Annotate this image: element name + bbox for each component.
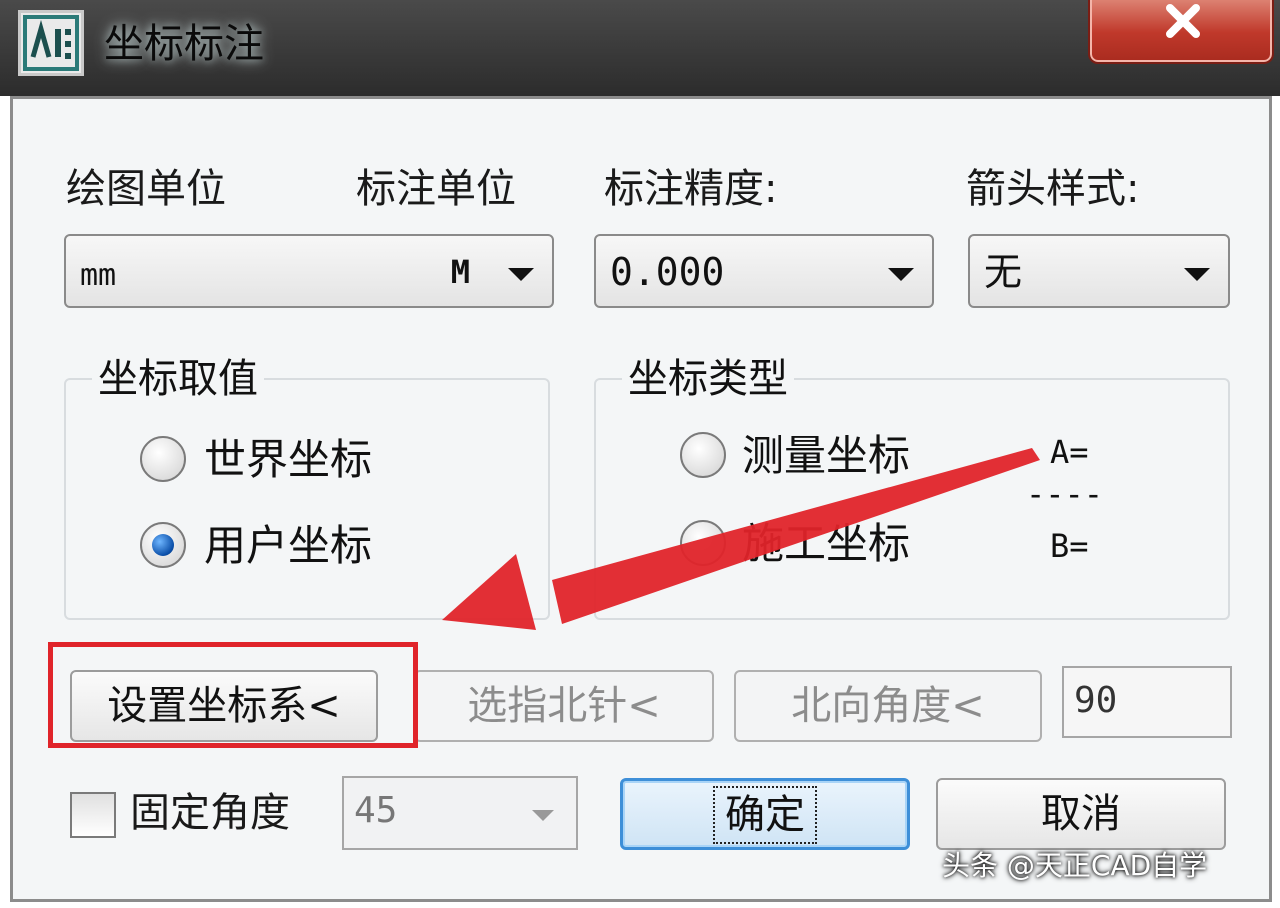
red-arrow-annotation — [442, 448, 1040, 630]
watermark: 头条 @天正CAD自学 — [942, 849, 1208, 882]
